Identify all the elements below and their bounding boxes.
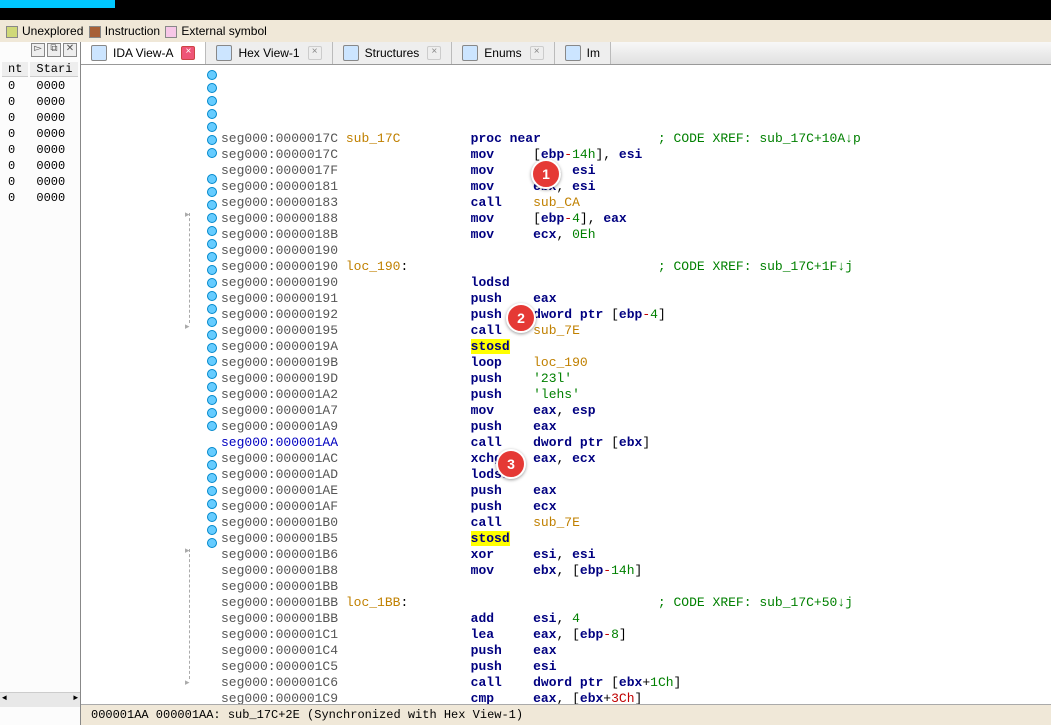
enum-icon — [462, 45, 478, 61]
annotation-badge-2: 2 — [506, 303, 536, 333]
annotation-badge-3: 3 — [496, 449, 526, 479]
col-start[interactable]: Stari — [30, 62, 78, 77]
segment-list-pane[interactable]: ▻⧉✕ nt Stari 00000 00000 00000 00000 000… — [0, 42, 81, 725]
left-scrollbar[interactable] — [0, 692, 80, 707]
close-icon[interactable]: × — [308, 46, 322, 60]
legend-unexplored: Unexplored — [22, 24, 83, 38]
col-nt[interactable]: nt — [2, 62, 28, 77]
table-row: 00000 — [2, 95, 78, 109]
table-row: 00000 — [2, 175, 78, 189]
legend-external: External symbol — [181, 24, 266, 38]
sync-status: 000001AA 000001AA: sub_17C+2E (Synchroni… — [81, 704, 1051, 725]
legend-instruction: Instruction — [105, 24, 160, 38]
tab-hex-view-1[interactable]: Hex View-1× — [206, 42, 332, 64]
table-row: 00000 — [2, 127, 78, 141]
pane-controls[interactable]: ▻⧉✕ — [30, 42, 78, 58]
tab-structures[interactable]: Structures× — [333, 42, 453, 64]
close-icon[interactable]: × — [427, 46, 441, 60]
view-tabs[interactable]: IDA View-A× Hex View-1× Structures× Enum… — [81, 42, 1051, 65]
table-row: 00000 — [2, 79, 78, 93]
table-row: 00000 — [2, 111, 78, 125]
import-icon — [565, 45, 581, 61]
tab-ida-view-a[interactable]: IDA View-A× — [81, 42, 206, 64]
segment-table: nt Stari 00000 00000 00000 00000 00000 0… — [0, 60, 80, 207]
list-icon — [91, 45, 107, 61]
disassembly-view[interactable]: ▸ ▸ ▸ ▸ seg000:0000017C sub_17C proc nea… — [81, 65, 1051, 704]
hex-icon — [216, 45, 232, 61]
annotation-badge-1: 1 — [531, 159, 561, 189]
table-row: 00000 — [2, 191, 78, 205]
legend-bar: Unexplored Instruction External symbol — [0, 20, 1051, 42]
tab-enums[interactable]: Enums× — [452, 42, 554, 64]
close-icon[interactable]: × — [181, 46, 195, 60]
table-row: 00000 — [2, 159, 78, 173]
code-listing[interactable]: seg000:0000017C sub_17C proc near ; CODE… — [81, 129, 1051, 704]
table-row: 00000 — [2, 143, 78, 157]
close-icon[interactable]: × — [530, 46, 544, 60]
struct-icon — [343, 45, 359, 61]
tab-imports[interactable]: Im — [555, 42, 611, 64]
